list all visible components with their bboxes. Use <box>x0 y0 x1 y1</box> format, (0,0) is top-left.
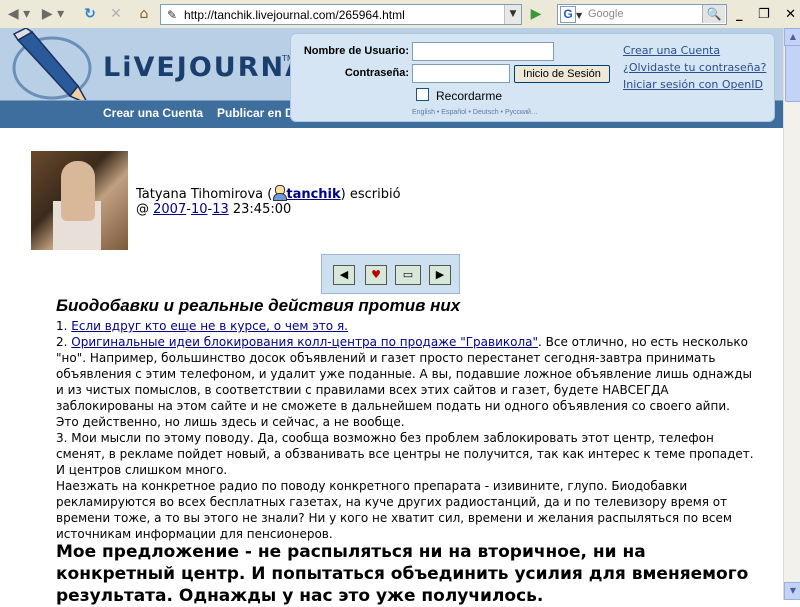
wrote-label: ) escribió <box>340 187 401 202</box>
item-number: 2. <box>56 335 72 349</box>
item-number: 1. <box>56 319 72 333</box>
post-byline: Tatyana Tihomirova ( tanchik) escribió <box>136 185 401 202</box>
year-link[interactable]: 2007 <box>153 202 186 217</box>
minimize-icon[interactable]: _ <box>736 7 743 22</box>
user-icon[interactable] <box>272 185 288 201</box>
openid-login-link[interactable]: Iniciar sesión con OpenID <box>623 78 763 91</box>
browser-toolbar: ◀ ▾ ▶ ▾ ↻ ✕ ⌂ ✎ http://tanchik.livejourn… <box>0 0 800 29</box>
day-link[interactable]: 13 <box>212 202 229 217</box>
list-item: 2. Оригинальные идеи блокирования колл-ц… <box>56 334 756 430</box>
vertical-scrollbar[interactable]: ▲ ▼ <box>783 28 800 600</box>
url-dropdown-icon[interactable]: ▼ <box>504 5 521 24</box>
password-input[interactable] <box>412 64 510 83</box>
previous-entry-icon[interactable]: ◀ <box>333 265 355 285</box>
stop-button[interactable]: ✕ <box>106 4 126 24</box>
nav-create-account[interactable]: Crear una Cuenta <box>103 106 203 120</box>
author-name: Tatyana Tihomirova ( <box>136 187 273 202</box>
post-emphasis: Мое предложение - не распыляться ни на в… <box>56 542 749 606</box>
search-input[interactable]: Google <box>588 5 698 24</box>
scroll-up-icon[interactable]: ▲ <box>784 28 800 46</box>
search-engine-icon[interactable]: G <box>560 6 576 23</box>
post-title: Биодобавки и реальные действия против ни… <box>56 296 461 315</box>
password-label: Contraseña: <box>344 67 409 79</box>
scroll-thumb[interactable] <box>785 45 800 102</box>
window-controls: _ ❐ ✕ <box>736 4 796 24</box>
language-links[interactable]: English • Español • Deutsch • Русский… <box>412 109 538 116</box>
home-button[interactable]: ⌂ <box>134 4 154 24</box>
item2-text: . Все отлично, но есть несколько "но". Н… <box>56 335 753 429</box>
livejournal-pencil-icon <box>12 28 92 100</box>
search-icon[interactable]: 🔍 <box>702 5 725 23</box>
restore-icon[interactable]: ❐ <box>758 7 770 22</box>
list-item: 3. Мои мысли по этому поводу. Да, сообща… <box>56 431 754 477</box>
post-body: 1. Если вдруг кто еще не в курсе, о чем … <box>56 318 756 542</box>
post-date: @ 2007-10-13 23:45:00 <box>136 202 292 217</box>
search-engine-dropdown-icon[interactable]: ▼ <box>576 11 582 20</box>
username-input[interactable] <box>412 42 554 61</box>
date-prefix: @ <box>136 202 154 217</box>
remember-label: Recordarme <box>436 89 503 103</box>
post-time: 23:45:00 <box>232 202 292 217</box>
forgot-password-link[interactable]: ¿Olvidaste tu contraseña? <box>623 61 766 74</box>
nav-post[interactable]: Publicar en D <box>217 106 294 120</box>
add-memory-icon[interactable]: ♥ <box>365 265 387 285</box>
next-entry-icon[interactable]: ▶ <box>429 265 451 285</box>
item2-link[interactable]: Оригинальные идеи блокирования колл-цент… <box>71 335 538 349</box>
go-button[interactable]: ▶ <box>525 4 547 25</box>
tag-entry-icon[interactable]: ▭ <box>395 265 421 285</box>
search-box[interactable]: G ▼ Google 🔍 <box>557 4 727 25</box>
address-bar[interactable]: ✎ http://tanchik.livejournal.com/265964.… <box>160 4 522 25</box>
username-link[interactable]: tanchik <box>286 187 340 202</box>
scroll-down-icon[interactable]: ▼ <box>784 582 800 600</box>
url-text: http://tanchik.livejournal.com/265964.ht… <box>184 7 405 22</box>
avatar[interactable] <box>31 151 128 250</box>
remember-checkbox[interactable] <box>416 88 429 101</box>
item1-link[interactable]: Если вдруг кто еще не в курсе, о чем это… <box>71 319 348 333</box>
avatar-figure <box>61 161 95 221</box>
paragraph: Наезжать на конкретное радио по поводу к… <box>56 479 732 541</box>
entry-navigation: ◀ ♥ ▭ ▶ <box>321 254 460 294</box>
create-account-link[interactable]: Crear una Cuenta <box>623 44 720 57</box>
month-link[interactable]: 10 <box>191 202 208 217</box>
forward-button[interactable]: ▶ ▾ <box>38 4 68 24</box>
reload-button[interactable]: ↻ <box>80 4 100 24</box>
back-button[interactable]: ◀ ▾ <box>4 4 34 24</box>
page-favicon-icon: ✎ <box>166 7 178 22</box>
close-icon[interactable]: ✕ <box>785 7 796 22</box>
list-item: 1. Если вдруг кто еще не в курсе, о чем … <box>56 318 756 334</box>
login-button[interactable]: Inicio de Sesión <box>514 65 610 83</box>
username-label: Nombre de Usuario: <box>303 45 409 57</box>
login-panel: Nombre de Usuario: Contraseña: Inicio de… <box>290 33 775 122</box>
